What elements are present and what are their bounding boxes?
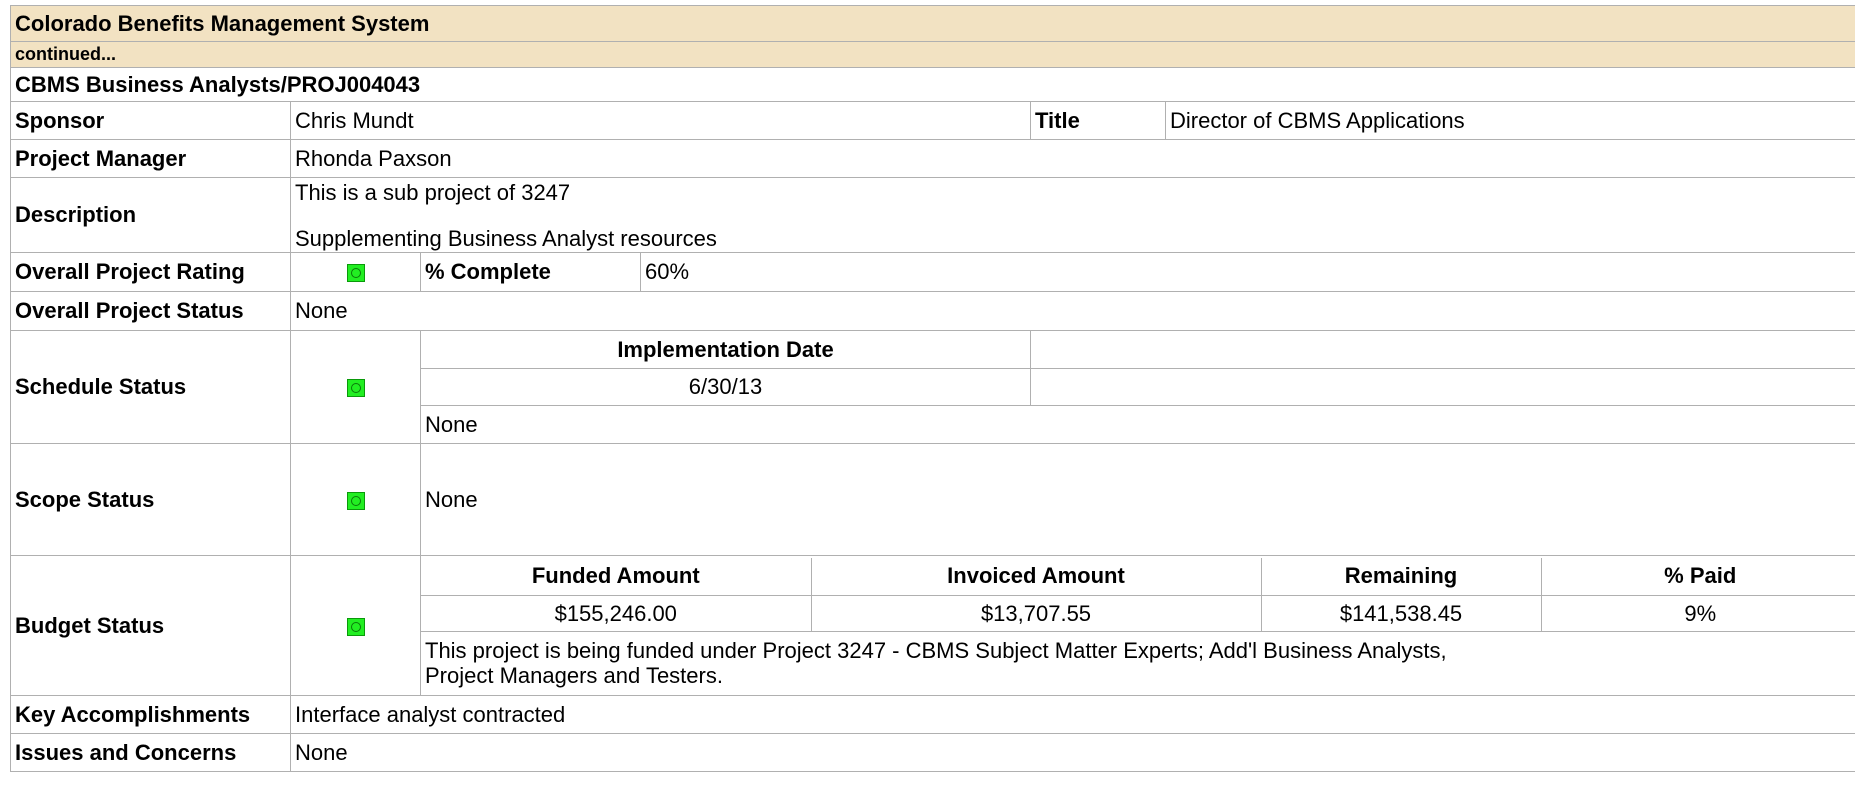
budget-header-remaining: Remaining bbox=[1260, 557, 1542, 596]
schedule-note: None bbox=[419, 405, 1855, 444]
continued-label: continued... bbox=[9, 41, 1855, 68]
overall-rating-cell bbox=[290, 252, 421, 292]
description-label: Description bbox=[10, 177, 291, 253]
project-name: CBMS Business Analysts/PROJ004043 bbox=[9, 67, 1855, 102]
implementation-date-spacer bbox=[1029, 330, 1855, 369]
sponsor-label: Sponsor bbox=[10, 101, 291, 140]
report-page: Colorado Benefits Management System cont… bbox=[9, 5, 1855, 772]
green-status-icon bbox=[346, 379, 365, 398]
issues-row: Issues and Concerns None bbox=[10, 733, 1855, 772]
budget-status-cell bbox=[290, 555, 421, 696]
budget-remaining-value: $141,538.45 bbox=[1260, 595, 1542, 632]
key-accomplishments-value: Interface analyst contracted bbox=[289, 695, 1855, 734]
project-report-table: Colorado Benefits Management System cont… bbox=[9, 5, 1855, 772]
schedule-row: Schedule Status Implementation Date bbox=[10, 330, 1855, 444]
scope-status-cell bbox=[290, 443, 421, 556]
budget-row: Budget Status Funded Amount Invoiced Amo… bbox=[10, 555, 1855, 696]
percent-complete-value: 60% bbox=[639, 252, 1855, 292]
title-label: Title bbox=[1030, 101, 1166, 140]
project-manager-label: Project Manager bbox=[10, 139, 291, 178]
budget-table: Funded Amount Invoiced Amount Remaining … bbox=[421, 557, 1855, 694]
issues-value: None bbox=[289, 733, 1855, 772]
overall-rating-label: Overall Project Rating bbox=[10, 252, 291, 292]
title-value: Director of CBMS Applications bbox=[1164, 101, 1855, 140]
system-title-row: Colorado Benefits Management System bbox=[9, 5, 1855, 42]
description-value: This is a sub project of 3247 Supplement… bbox=[289, 177, 1855, 253]
scope-status-label: Scope Status bbox=[10, 443, 291, 556]
issues-label: Issues and Concerns bbox=[10, 733, 291, 772]
key-accomplishments-row: Key Accomplishments Interface analyst co… bbox=[10, 695, 1855, 734]
budget-header-invoiced: Invoiced Amount bbox=[810, 557, 1262, 596]
budget-header-funded: Funded Amount bbox=[421, 557, 812, 596]
budget-status-label: Budget Status bbox=[10, 555, 291, 696]
description-row: Description This is a sub project of 324… bbox=[10, 177, 1855, 253]
implementation-date-value: 6/30/13 bbox=[420, 368, 1031, 406]
budget-note-line-1: This project is being funded under Proje… bbox=[425, 637, 1447, 663]
system-title: Colorado Benefits Management System bbox=[9, 5, 1855, 42]
overall-rating-row: Overall Project Rating % Complete 60% bbox=[10, 252, 1855, 292]
budget-note-row: This project is being funded under Proje… bbox=[421, 631, 1855, 694]
implementation-date-header: Implementation Date bbox=[420, 330, 1031, 369]
budget-details: Funded Amount Invoiced Amount Remaining … bbox=[419, 555, 1855, 696]
scope-note: None bbox=[419, 443, 1855, 556]
overall-status-value: None bbox=[289, 291, 1855, 331]
budget-header-row: Funded Amount Invoiced Amount Remaining … bbox=[421, 557, 1855, 596]
percent-complete-label: % Complete bbox=[420, 252, 641, 292]
sponsor-row: Sponsor Chris Mundt Title Director of CB… bbox=[10, 101, 1855, 140]
description-line-1: This is a sub project of 3247 bbox=[295, 180, 571, 205]
scope-row: Scope Status None bbox=[10, 443, 1855, 556]
green-status-icon bbox=[346, 491, 365, 510]
budget-funded-value: $155,246.00 bbox=[421, 595, 812, 632]
overall-status-label: Overall Project Status bbox=[10, 291, 291, 331]
implementation-date-spacer-2 bbox=[1029, 368, 1855, 406]
green-status-icon bbox=[346, 617, 365, 636]
project-name-row: CBMS Business Analysts/PROJ004043 bbox=[9, 67, 1855, 102]
budget-paid-value: 9% bbox=[1540, 595, 1855, 632]
sponsor-value: Chris Mundt bbox=[290, 101, 1031, 140]
budget-values-row: $155,246.00 $13,707.55 $141,538.45 9% bbox=[421, 595, 1855, 632]
budget-note-line-2: Project Managers and Testers. bbox=[425, 662, 723, 688]
project-manager-value: Rhonda Paxson bbox=[289, 139, 1855, 178]
budget-invoiced-value: $13,707.55 bbox=[810, 595, 1262, 632]
project-manager-row: Project Manager Rhonda Paxson bbox=[10, 139, 1855, 178]
budget-note: This project is being funded under Proje… bbox=[421, 631, 1855, 694]
continued-row: continued... bbox=[9, 41, 1855, 68]
schedule-status-cell bbox=[290, 330, 421, 444]
overall-status-row: Overall Project Status None bbox=[10, 291, 1855, 331]
description-line-2: Supplementing Business Analyst resources bbox=[295, 226, 717, 251]
budget-header-paid: % Paid bbox=[1540, 557, 1855, 596]
green-status-icon bbox=[346, 264, 365, 283]
schedule-status-label: Schedule Status bbox=[10, 330, 291, 444]
key-accomplishments-label: Key Accomplishments bbox=[10, 695, 291, 734]
